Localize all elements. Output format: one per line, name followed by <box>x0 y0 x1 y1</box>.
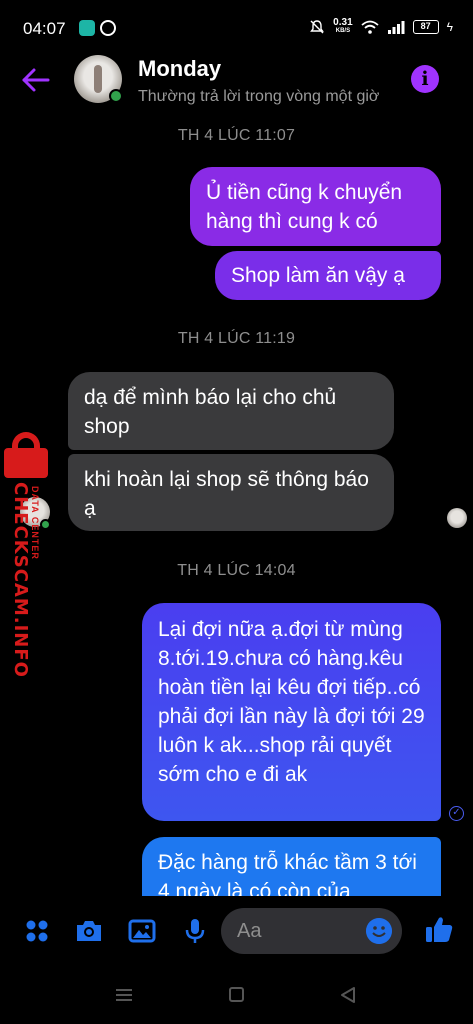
outgoing-message[interactable]: Ủ tiền cũng k chuyển hàng thì cung k có <box>190 167 441 246</box>
watermark-text: CHECKSCAM.INFO <box>10 482 31 678</box>
mute-icon <box>310 20 325 34</box>
grid-menu-icon[interactable] <box>22 916 52 946</box>
recent-apps-icon[interactable] <box>115 988 133 1002</box>
outgoing-message[interactable]: Lại đợi nữa ạ.đợi từ mùng 8.tới.19.chưa … <box>142 603 441 821</box>
composer-bar: Aa <box>0 896 473 968</box>
timestamp: TH 4 LÚC 14:04 <box>177 562 296 579</box>
status-indicators: 0.31 KB/S 87 ϟ <box>309 18 453 36</box>
status-time: 04:07 <box>23 19 66 38</box>
signal-icon <box>387 21 405 34</box>
back-arrow-icon[interactable] <box>20 66 52 94</box>
system-nav-bar <box>0 968 473 1024</box>
contact-status: Thường trả lời trong vòng một giờ <box>138 88 380 105</box>
incoming-message[interactable]: khi hoàn lại shop sẽ thông báo ạ <box>68 454 394 531</box>
seen-avatar <box>447 508 467 528</box>
like-thumb-icon[interactable] <box>423 913 455 945</box>
charging-icon: ϟ <box>446 20 453 34</box>
wifi-icon <box>361 20 379 34</box>
gallery-icon[interactable] <box>127 916 157 946</box>
online-indicator <box>109 89 123 103</box>
network-speed: 0.31 KB/S <box>333 18 352 36</box>
chat-header: Monday Thường trả lời trong vòng một giờ… <box>0 50 473 112</box>
info-icon: i <box>421 68 429 90</box>
info-button[interactable]: i <box>411 65 439 93</box>
battery-icon: 87 <box>412 20 439 34</box>
outgoing-message[interactable]: Shop làm ăn vậy ạ <box>215 251 441 300</box>
message-input-placeholder: Aa <box>237 920 262 942</box>
contact-name[interactable]: Monday <box>138 56 221 82</box>
camera-icon[interactable] <box>74 916 104 946</box>
app-notification-icon <box>79 20 95 36</box>
incoming-message[interactable]: dạ để mình báo lại cho chủ shop <box>68 372 394 450</box>
network-speed-unit: KB/S <box>335 28 351 34</box>
status-bar: 04:07 0.31 KB/S 87 ϟ <box>0 0 473 56</box>
contact-avatar[interactable] <box>74 55 124 105</box>
watermark-subtext: DATA CENTER <box>30 486 40 560</box>
microphone-icon[interactable] <box>180 916 210 946</box>
sent-check-icon: ✓ <box>449 806 464 821</box>
timestamp: TH 4 LÚC 11:19 <box>177 330 296 347</box>
watermark: CHECKSCAM.INFO DATA CENTER <box>0 430 58 678</box>
messenger-notification-icon <box>100 20 116 36</box>
timestamp: TH 4 LÚC 11:07 <box>177 127 296 144</box>
emoji-icon[interactable] <box>366 918 392 944</box>
home-button-icon[interactable] <box>229 987 244 1002</box>
message-input[interactable]: Aa <box>221 908 402 954</box>
nav-back-icon[interactable] <box>339 986 357 1004</box>
